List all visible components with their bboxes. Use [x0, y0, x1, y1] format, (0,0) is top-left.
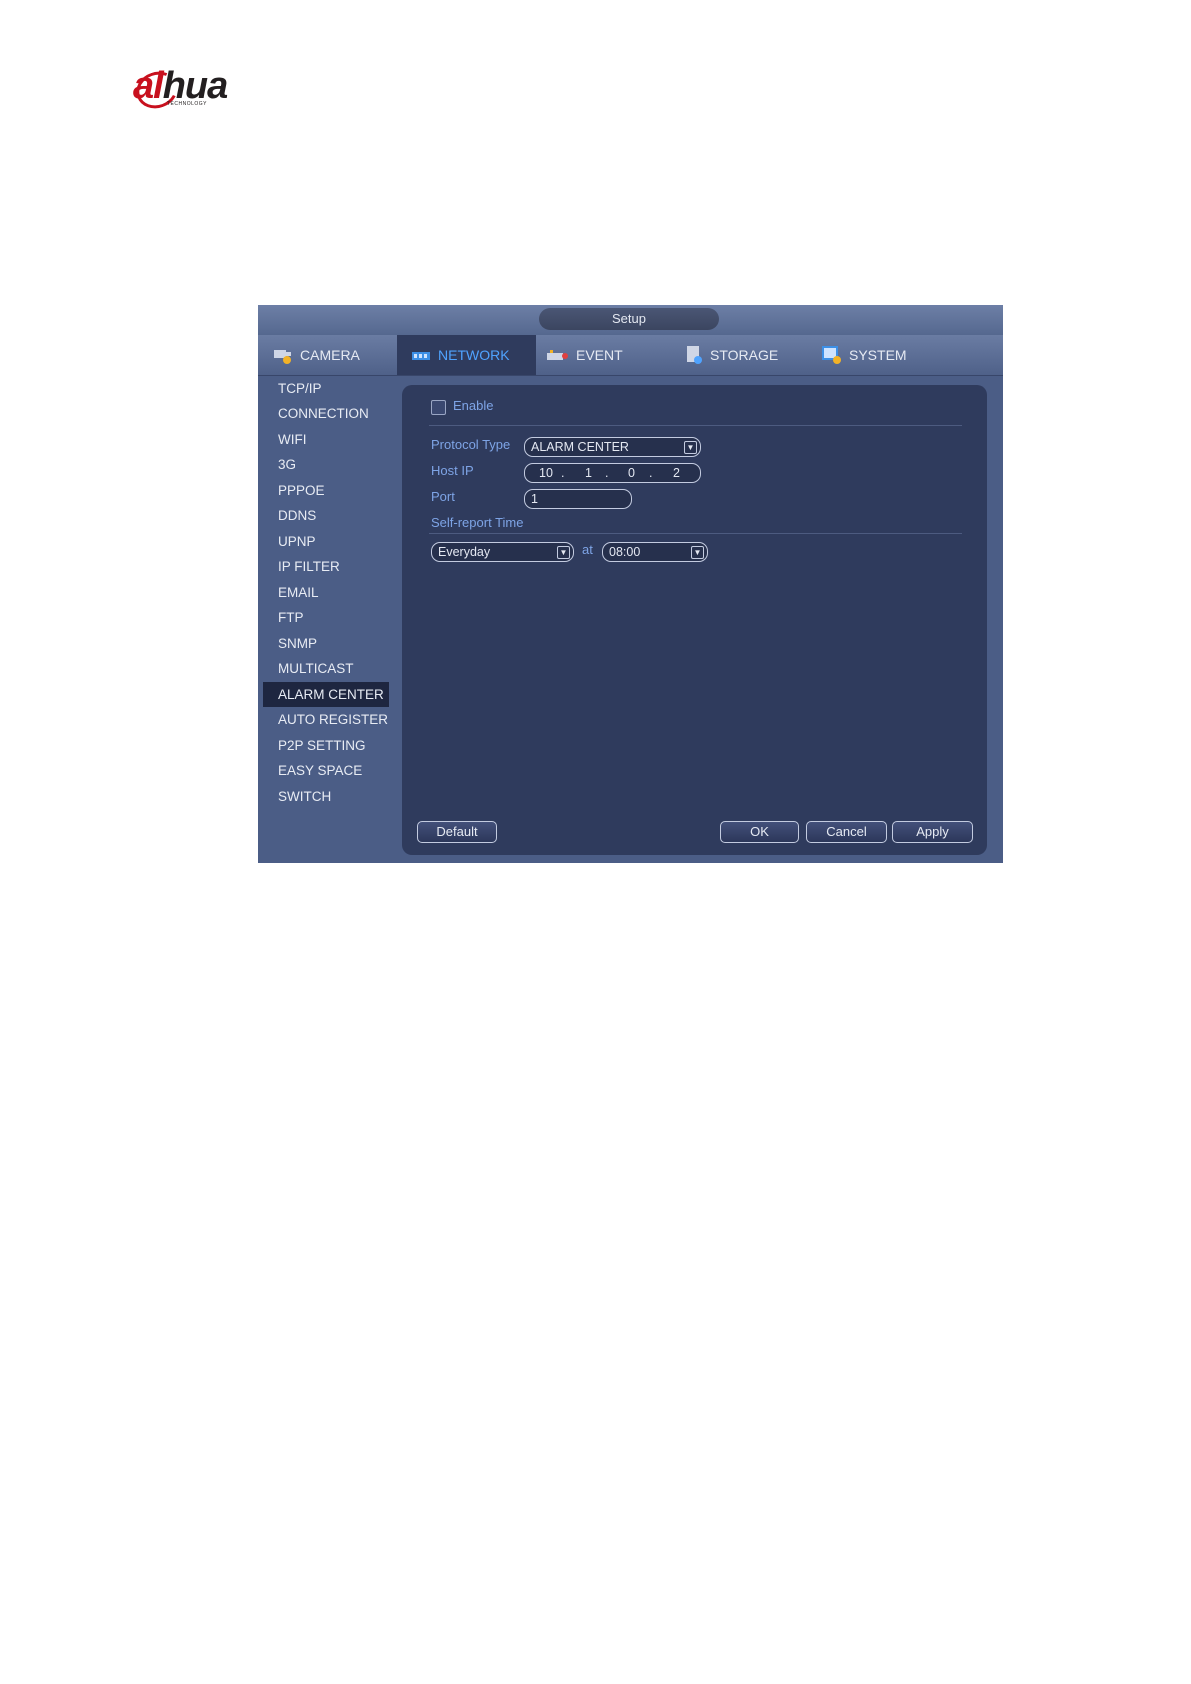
sidebar-item-snmp[interactable]: SNMP	[263, 631, 389, 656]
window-title: Setup	[539, 308, 719, 330]
logo-tagline: TECHNOLOGY	[167, 101, 208, 107]
sidebar-item-switch[interactable]: SWITCH	[263, 784, 389, 809]
tab-camera[interactable]: CAMERA	[272, 335, 360, 375]
sidebar-item-ip-filter[interactable]: IP FILTER	[263, 554, 389, 579]
sidebar-item-alarm-center[interactable]: ALARM CENTER	[263, 682, 389, 707]
tab-system[interactable]: SYSTEM	[819, 335, 907, 375]
tab-network-label: NETWORK	[438, 347, 510, 363]
setup-window: Setup CAMERA NETWORK EVENT STORAGE SYSTE…	[258, 305, 1003, 863]
self-report-time-label: Self-report Time	[431, 515, 524, 530]
sidebar-item-easy-space[interactable]: EASY SPACE	[263, 758, 389, 783]
cancel-button[interactable]: Cancel	[806, 821, 887, 843]
sidebar-item-wifi[interactable]: WIFI	[263, 427, 389, 452]
protocol-type-label: Protocol Type	[431, 437, 511, 452]
chevron-down-icon: ▼	[684, 441, 697, 454]
camera-icon	[274, 350, 291, 364]
host-ip-label: Host IP	[431, 463, 474, 478]
ip-dot: .	[649, 466, 653, 480]
sidebar-item-upnp[interactable]: UPNP	[263, 529, 389, 554]
protocol-type-select[interactable]: ALARM CENTER ▼	[524, 437, 701, 457]
sidebar-item-tcpip[interactable]: TCP/IP	[263, 376, 389, 401]
chevron-down-icon: ▼	[557, 546, 570, 559]
chevron-down-icon: ▼	[691, 546, 704, 559]
divider	[429, 533, 962, 534]
logo-wordmark: alhua	[133, 65, 228, 107]
sidebar-item-3g[interactable]: 3G	[263, 452, 389, 477]
main-tab-bar: CAMERA NETWORK EVENT STORAGE SYSTEM	[258, 335, 1003, 376]
enable-label: Enable	[453, 398, 494, 413]
enable-checkbox[interactable]	[431, 400, 446, 415]
host-ip-octet-3: 0	[628, 466, 635, 480]
system-icon	[822, 346, 841, 364]
event-icon	[547, 350, 568, 360]
sidebar-item-ddns[interactable]: DDNS	[263, 503, 389, 528]
host-ip-input[interactable]: 10 . 1 . 0 . 2	[524, 463, 701, 483]
tab-camera-label: CAMERA	[300, 347, 360, 363]
alarm-center-panel: Enable Protocol Type ALARM CENTER ▼ Host…	[402, 385, 987, 855]
apply-button[interactable]: Apply	[892, 821, 973, 843]
sidebar-item-pppoe[interactable]: PPPOE	[263, 478, 389, 503]
tab-network[interactable]: NETWORK	[397, 335, 536, 375]
tab-system-label: SYSTEM	[849, 347, 907, 363]
sidebar-item-connection[interactable]: CONNECTION	[263, 401, 389, 426]
network-sidebar: TCP/IP CONNECTION WIFI 3G PPPOE DDNS UPN…	[258, 376, 398, 863]
default-button[interactable]: Default	[417, 821, 497, 843]
network-icon	[412, 352, 430, 360]
time-value: 08:00	[609, 545, 641, 559]
period-value: Everyday	[438, 545, 491, 559]
ip-dot: .	[605, 466, 609, 480]
sidebar-item-email[interactable]: EMAIL	[263, 580, 389, 605]
divider	[429, 425, 962, 426]
ip-dot: .	[561, 466, 565, 480]
tab-event[interactable]: EVENT	[544, 335, 623, 375]
sidebar-item-p2p-setting[interactable]: P2P SETTING	[263, 733, 389, 758]
dahua-logo: alhua TECHNOLOGY	[131, 65, 268, 115]
title-bar: Setup	[258, 305, 1003, 335]
protocol-type-value: ALARM CENTER	[531, 440, 629, 454]
host-ip-octet-2: 1	[585, 466, 592, 480]
port-label: Port	[431, 489, 455, 504]
period-select[interactable]: Everyday ▼	[431, 542, 574, 562]
port-value: 1	[531, 492, 538, 506]
storage-icon	[687, 346, 702, 364]
time-select[interactable]: 08:00 ▼	[602, 542, 708, 562]
sidebar-item-multicast[interactable]: MULTICAST	[263, 656, 389, 681]
host-ip-octet-1: 10	[539, 466, 553, 480]
sidebar-item-ftp[interactable]: FTP	[263, 605, 389, 630]
at-label: at	[582, 542, 593, 557]
tab-event-label: EVENT	[576, 347, 623, 363]
port-input[interactable]: 1	[524, 489, 632, 509]
host-ip-octet-4: 2	[673, 466, 680, 480]
sidebar-item-auto-register[interactable]: AUTO REGISTER	[263, 707, 389, 732]
tab-storage-label: STORAGE	[710, 347, 779, 363]
tab-storage[interactable]: STORAGE	[684, 335, 778, 375]
ok-button[interactable]: OK	[720, 821, 799, 843]
